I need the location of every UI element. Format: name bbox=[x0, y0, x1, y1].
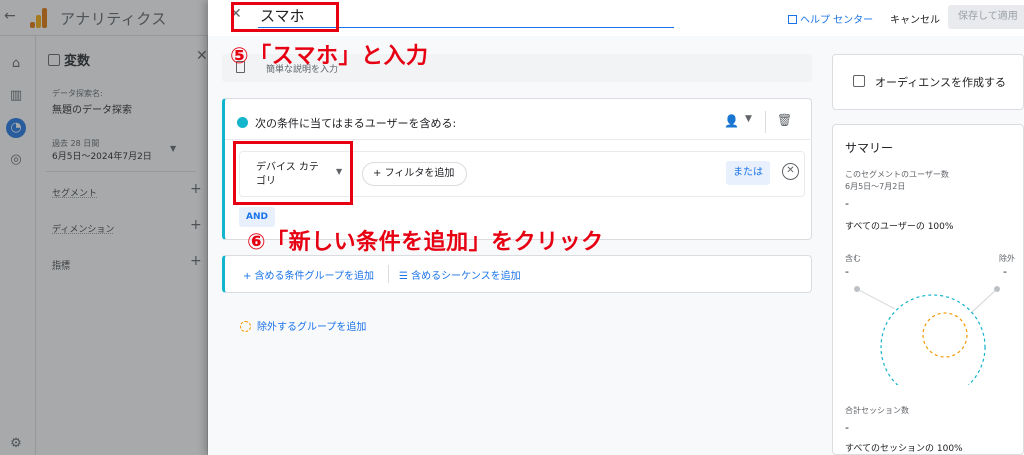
modal-scrim bbox=[0, 0, 208, 455]
all-sessions-pct: すべてのセッションの 100% bbox=[845, 444, 963, 454]
sequence-icon: ☰ bbox=[399, 271, 412, 282]
all-users-pct: すべてのユーザーの 100% bbox=[845, 222, 954, 232]
add-group-card: + 含める条件グループを追加 ☰ 含めるシーケンスを追加 bbox=[222, 255, 812, 293]
add-filter-button[interactable]: + フィルタを追加 bbox=[362, 162, 468, 186]
summary-card: サマリー このセグメントのユーザー数 6月5日～7月2日 - すべてのユーザーの… bbox=[832, 124, 1024, 455]
annotation-highlight-dimension bbox=[233, 141, 353, 205]
annotation-step5: ⑤「スマホ」と入力 bbox=[230, 44, 429, 69]
total-sessions-value: - bbox=[845, 421, 849, 434]
venn-diagram bbox=[854, 286, 1000, 385]
save-apply-button[interactable]: 保存して適用 bbox=[948, 5, 1024, 29]
or-button[interactable]: または bbox=[726, 161, 770, 185]
segment-users-dates: 6月5日～7月2日 bbox=[845, 182, 906, 191]
include-label: 含む bbox=[845, 254, 861, 263]
exclude-label: 除外 bbox=[999, 254, 1015, 263]
create-audience-label: オーディエンスを作成する bbox=[875, 76, 1007, 89]
external-link-icon bbox=[788, 15, 797, 24]
include-dot-icon bbox=[237, 117, 248, 128]
help-center-link[interactable]: ヘルプ センター bbox=[788, 11, 873, 26]
delete-icon[interactable]: 🗑 bbox=[777, 113, 792, 127]
create-audience-checkbox[interactable] bbox=[853, 75, 865, 87]
plus-icon: + bbox=[243, 271, 255, 282]
create-audience-card[interactable]: オーディエンスを作成する bbox=[832, 54, 1024, 110]
segment-users-value: - bbox=[845, 197, 849, 210]
cancel-button[interactable]: キャンセル bbox=[890, 11, 940, 26]
plus-icon: + bbox=[373, 168, 385, 179]
total-sessions-label: 合計セッション数 bbox=[845, 406, 909, 415]
user-scope-icon[interactable]: 👤 bbox=[724, 114, 739, 128]
divider bbox=[388, 265, 389, 283]
condition-title: 次の条件に当てはまるユーザーを含める: bbox=[255, 117, 457, 130]
annotation-step6: ⑥「新しい条件を追加」をクリック bbox=[247, 230, 604, 255]
remove-condition-icon[interactable]: ✕ bbox=[782, 163, 799, 180]
add-condition-group-link[interactable]: + 含める条件グループを追加 bbox=[243, 267, 374, 282]
add-exclude-group-link[interactable]: 除外するグループを追加 bbox=[240, 318, 366, 333]
summary-title: サマリー bbox=[845, 141, 894, 155]
scope-caret-icon[interactable]: ▼ bbox=[745, 114, 752, 124]
divider bbox=[765, 111, 766, 133]
add-sequence-link[interactable]: ☰ 含めるシーケンスを追加 bbox=[399, 267, 521, 282]
segment-users-label: このセグメントのユーザー数 bbox=[845, 170, 949, 179]
exclude-circle-icon bbox=[240, 321, 251, 332]
divider bbox=[225, 139, 812, 140]
annotation-highlight-segment-name bbox=[231, 2, 339, 32]
